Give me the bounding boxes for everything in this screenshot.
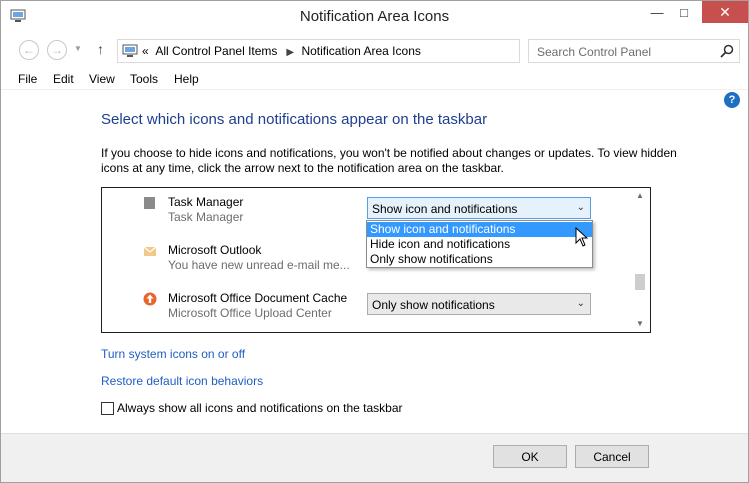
behavior-select-office-document-cache[interactable]: Only show notifications ⌄ bbox=[367, 293, 591, 315]
chevron-down-icon: ⌄ bbox=[576, 298, 585, 309]
maximize-button[interactable]: □ bbox=[671, 1, 697, 23]
window-title: Notification Area Icons bbox=[299, 8, 450, 25]
item-name: Task Manager bbox=[168, 195, 244, 209]
item-description: Task Manager bbox=[168, 210, 244, 224]
breadcrumb-notification-area-icons[interactable]: Notification Area Icons bbox=[301, 44, 420, 58]
menu-help[interactable]: Help bbox=[174, 72, 199, 86]
item-description: You have new unread e-mail me... bbox=[168, 258, 350, 272]
always-show-checkbox[interactable] bbox=[101, 402, 114, 415]
breadcrumb: « All Control Panel Items ▶ Notification … bbox=[142, 44, 425, 58]
cancel-button[interactable]: Cancel bbox=[575, 445, 649, 468]
search-input[interactable]: Search Control Panel bbox=[537, 45, 651, 59]
behavior-dropdown-menu: Show icon and notifications Hide icon an… bbox=[366, 220, 593, 268]
always-show-label[interactable]: Always show all icons and notifications … bbox=[117, 401, 403, 415]
forward-arrow-icon: → bbox=[51, 43, 63, 57]
turn-system-icons-link[interactable]: Turn system icons on or off bbox=[101, 347, 245, 361]
dropdown-option-hide-icon[interactable]: Hide icon and notifications bbox=[367, 237, 592, 252]
ok-button[interactable]: OK bbox=[493, 445, 567, 468]
scroll-up-icon[interactable]: ▲ bbox=[636, 191, 644, 200]
menu-view[interactable]: View bbox=[89, 72, 115, 86]
mouse-pointer-icon bbox=[575, 227, 589, 247]
navigation-bar: ← → ▼ ↑ « All Control Panel Items ▶ Notif… bbox=[1, 32, 748, 68]
close-icon: ✕ bbox=[719, 3, 731, 20]
item-name: Microsoft Office Document Cache bbox=[168, 291, 348, 305]
page-description: If you choose to hide icons and notifica… bbox=[101, 146, 677, 175]
control-panel-icon bbox=[122, 44, 138, 57]
scroll-down-icon[interactable]: ▼ bbox=[636, 319, 644, 328]
search-icon[interactable] bbox=[719, 43, 735, 59]
breadcrumb-separator-icon[interactable]: ▶ bbox=[286, 47, 294, 58]
up-button[interactable]: ↑ bbox=[97, 41, 104, 57]
list-scrollbar[interactable]: ▲ ▼ bbox=[632, 188, 650, 332]
item-description: Microsoft Office Upload Center bbox=[168, 306, 332, 320]
maximize-icon: □ bbox=[680, 4, 688, 20]
menu-edit[interactable]: Edit bbox=[53, 72, 74, 86]
dialog-footer: OK Cancel bbox=[1, 433, 748, 482]
notification-area-icons-window: Notification Area Icons — □ ✕ ← → ▼ ↑ « … bbox=[0, 0, 749, 483]
dropdown-option-only-notifications[interactable]: Only show notifications bbox=[367, 252, 592, 267]
behavior-select-task-manager[interactable]: Show icon and notifications ⌄ bbox=[367, 197, 591, 219]
list-item-office-document-cache: Microsoft Office Document Cache Microsof… bbox=[102, 284, 632, 332]
minimize-button[interactable]: — bbox=[644, 1, 670, 23]
up-arrow-icon: ↑ bbox=[97, 41, 104, 57]
scroll-thumb[interactable] bbox=[635, 274, 645, 290]
back-button[interactable]: ← bbox=[19, 40, 39, 60]
dropdown-option-show-icon[interactable]: Show icon and notifications bbox=[367, 222, 592, 237]
upload-arrow-icon bbox=[143, 292, 157, 306]
select-value: Only show notifications bbox=[372, 298, 495, 312]
address-bar[interactable]: « All Control Panel Items ▶ Notification … bbox=[117, 39, 628, 63]
forward-button[interactable]: → bbox=[47, 40, 67, 60]
menu-bar: File Edit View Tools Help bbox=[1, 68, 748, 90]
chevron-down-icon: ▼ bbox=[74, 44, 82, 53]
close-button[interactable]: ✕ bbox=[702, 1, 748, 23]
search-box[interactable]: Search Control Panel bbox=[528, 39, 740, 63]
help-icon[interactable]: ? bbox=[724, 92, 740, 108]
envelope-icon bbox=[143, 246, 157, 256]
recent-locations-dropdown[interactable]: ▼ bbox=[74, 44, 82, 53]
breadcrumb-all-control-panel-items[interactable]: All Control Panel Items bbox=[155, 44, 277, 58]
chevron-down-icon: ⌄ bbox=[576, 202, 585, 213]
select-value: Show icon and notifications bbox=[372, 202, 518, 216]
title-bar: Notification Area Icons — □ ✕ bbox=[1, 1, 748, 32]
breadcrumb-overflow[interactable]: « bbox=[142, 44, 149, 58]
menu-tools[interactable]: Tools bbox=[130, 72, 158, 86]
restore-default-behaviors-link[interactable]: Restore default icon behaviors bbox=[101, 374, 263, 388]
task-manager-icon bbox=[144, 197, 155, 209]
minimize-icon: — bbox=[650, 4, 664, 20]
page-title: Select which icons and notifications app… bbox=[101, 111, 488, 128]
item-name: Microsoft Outlook bbox=[168, 243, 262, 257]
menu-file[interactable]: File bbox=[18, 72, 37, 86]
back-arrow-icon: ← bbox=[23, 43, 35, 57]
